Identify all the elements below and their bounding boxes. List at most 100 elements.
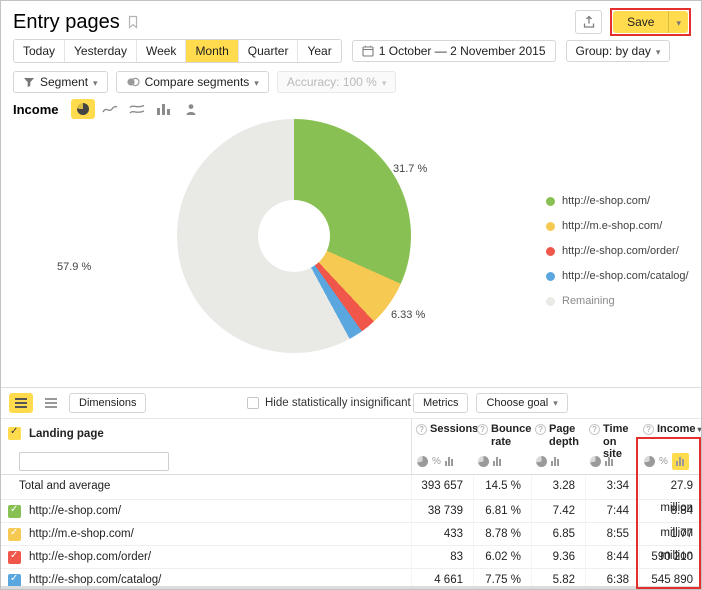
bookmark-icon[interactable]: [127, 15, 139, 29]
tab-year[interactable]: Year: [297, 40, 340, 62]
page-depth-header[interactable]: Page depth: [531, 419, 585, 448]
segment-filter-row: Segment Compare segments Accuracy: 100 %: [1, 63, 701, 93]
percent-metric-icon[interactable]: [659, 456, 668, 467]
date-range-value: 1 October — 2 November 2015: [379, 44, 546, 58]
line-chart-icon: [102, 103, 118, 115]
line-chart-type-button[interactable]: [98, 99, 122, 119]
row-checkbox[interactable]: [8, 574, 21, 587]
group-by-dropdown[interactable]: Group: by day: [566, 40, 671, 62]
table-row[interactable]: http://e-shop.com/order/ 83 6.02 % 9.36 …: [1, 545, 702, 568]
stacked-chart-type-button[interactable]: [125, 99, 149, 119]
legend-item-catalog[interactable]: http://e-shop.com/catalog/: [546, 270, 689, 282]
donut-hole: [258, 200, 330, 272]
report-header: Entry pages Save: [1, 1, 701, 35]
help-icon[interactable]: [477, 424, 488, 435]
total-page-depth: 3.28: [531, 475, 585, 499]
dimension-header: Landing page: [1, 419, 411, 448]
metrics-button[interactable]: Metrics: [413, 393, 468, 413]
entry-pages-report: Entry pages Save Today Yeste: [0, 0, 702, 590]
tree-view-button[interactable]: [39, 393, 63, 413]
save-button[interactable]: Save: [613, 15, 668, 29]
choose-goal-button[interactable]: Choose goal: [476, 393, 567, 413]
income-value: 8.84 million: [639, 500, 702, 522]
search-input[interactable]: [19, 452, 169, 471]
column-options-row: [1, 448, 702, 475]
list-view-icon: [15, 398, 27, 408]
segment-dropdown[interactable]: Segment: [13, 71, 108, 93]
income-donut-chart[interactable]: [177, 119, 411, 353]
bars-metric-icon[interactable]: [445, 457, 454, 466]
export-button[interactable]: [575, 10, 602, 34]
save-split-button: Save: [613, 11, 688, 33]
header-actions: Save: [575, 8, 691, 36]
help-icon[interactable]: [535, 424, 546, 435]
slice-label-remaining: 57.9 %: [57, 261, 91, 273]
sessions-value: 38 739: [411, 500, 473, 522]
bounce-rate-header[interactable]: Bounce rate: [473, 419, 531, 448]
bars-metric-icon[interactable]: [551, 457, 560, 466]
column-chart-icon: [156, 103, 172, 115]
visitors-icon: [183, 103, 199, 116]
landing-page-link[interactable]: http://e-shop.com/order/: [29, 551, 151, 563]
dimensions-button[interactable]: Dimensions: [69, 393, 146, 413]
pie-chart-type-button[interactable]: [71, 99, 95, 119]
tab-today[interactable]: Today: [14, 40, 64, 62]
select-all-checkbox[interactable]: [8, 427, 21, 440]
bars-metric-icon[interactable]: [605, 457, 614, 466]
chevron-down-icon: [93, 75, 98, 89]
depth-view-options: [531, 448, 585, 474]
table-row[interactable]: http://m.e-shop.com/ 433 8.78 % 6.85 8:5…: [1, 522, 702, 545]
window-edge: [1, 586, 701, 589]
tab-quarter[interactable]: Quarter: [238, 40, 298, 62]
legend-item-order[interactable]: http://e-shop.com/order/: [546, 245, 689, 257]
landing-page-link[interactable]: http://e-shop.com/: [29, 505, 121, 517]
save-dropdown-arrow[interactable]: [669, 13, 688, 31]
date-range-picker[interactable]: 1 October — 2 November 2015: [352, 40, 556, 62]
help-icon[interactable]: [589, 424, 600, 435]
landing-page-link[interactable]: http://e-shop.com/catalog/: [29, 574, 161, 586]
pie-metric-icon[interactable]: [478, 456, 489, 467]
percent-metric-icon[interactable]: [432, 456, 441, 467]
landing-page-header: Landing page: [29, 428, 104, 440]
landing-page-link[interactable]: http://m.e-shop.com/: [29, 528, 134, 540]
tab-month[interactable]: Month: [185, 40, 237, 62]
tab-yesterday[interactable]: Yesterday: [64, 40, 136, 62]
pie-metric-icon[interactable]: [644, 456, 655, 467]
slice-label-e-shop: 31.7 %: [393, 163, 427, 175]
total-sessions: 393 657: [411, 475, 473, 499]
help-icon[interactable]: [643, 424, 654, 435]
pie-metric-icon[interactable]: [536, 456, 547, 467]
income-bar: [643, 515, 683, 519]
time-on-site-header[interactable]: Time on site: [585, 419, 639, 448]
legend-dot: [546, 247, 555, 256]
compare-segments-dropdown[interactable]: Compare segments: [116, 71, 269, 93]
column-chart-type-button[interactable]: [152, 99, 176, 119]
legend-item-remaining[interactable]: Remaining: [546, 295, 689, 307]
legend-item-m-e-shop[interactable]: http://m.e-shop.com/: [546, 220, 689, 232]
list-view-button[interactable]: [9, 393, 33, 413]
income-bar: [643, 538, 683, 542]
checkbox-icon[interactable]: [247, 397, 259, 409]
bars-metric-icon[interactable]: [493, 457, 502, 466]
sessions-view-options: [411, 448, 473, 474]
income-header-sorted[interactable]: Income: [639, 419, 702, 448]
visitors-chart-type-button[interactable]: [179, 99, 203, 119]
chart-type-switcher: [71, 99, 203, 119]
row-checkbox[interactable]: [8, 528, 21, 541]
help-icon[interactable]: [416, 424, 427, 435]
tab-week[interactable]: Week: [136, 40, 185, 62]
bounce-rate-value: 8.78 %: [473, 523, 531, 545]
group-by-label: Group: by day: [576, 44, 651, 58]
row-checkbox[interactable]: [8, 551, 21, 564]
pie-metric-icon[interactable]: [590, 456, 601, 467]
legend-item-e-shop[interactable]: http://e-shop.com/: [546, 195, 689, 207]
table-row[interactable]: http://e-shop.com/ 38 739 6.81 % 7.42 7:…: [1, 499, 702, 522]
pie-metric-icon[interactable]: [417, 456, 428, 467]
chevron-down-icon: [254, 75, 259, 89]
row-checkbox[interactable]: [8, 505, 21, 518]
sessions-header[interactable]: Sessions: [411, 419, 473, 448]
bars-metric-icon-active[interactable]: [672, 453, 689, 470]
segment-label: Segment: [40, 75, 88, 89]
legend-dot: [546, 297, 555, 306]
total-label: Total and average: [1, 475, 411, 499]
